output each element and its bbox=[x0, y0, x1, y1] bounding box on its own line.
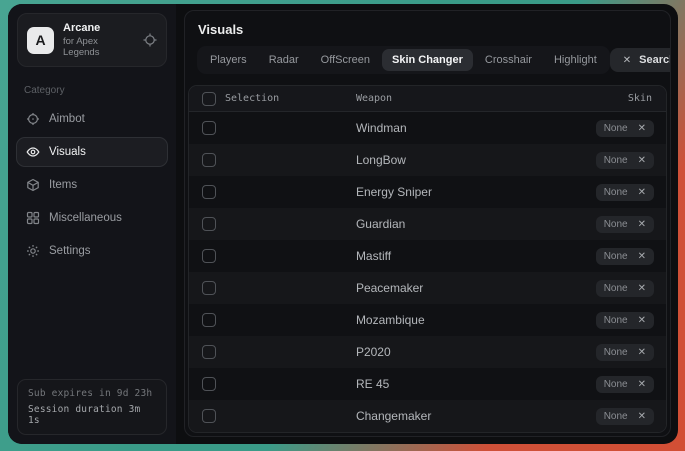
eye-icon bbox=[26, 145, 40, 159]
tab[interactable]: Radar bbox=[259, 49, 309, 71]
select-all-checkbox[interactable] bbox=[202, 92, 216, 106]
tab[interactable]: OffScreen bbox=[311, 49, 380, 71]
skin-badge[interactable]: None ✕ bbox=[596, 280, 654, 297]
table-row: Mastiff None ✕ bbox=[189, 240, 666, 272]
app-logo: A bbox=[27, 27, 54, 54]
table-row: P2020 None ✕ bbox=[189, 336, 666, 368]
table-row: RE 45 None ✕ bbox=[189, 368, 666, 400]
table-row: Mozambique None ✕ bbox=[189, 304, 666, 336]
main-area: Visuals Players Radar OffScreen bbox=[176, 4, 678, 444]
table-row: Energy Sniper None ✕ bbox=[189, 176, 666, 208]
skin-badge[interactable]: None ✕ bbox=[596, 344, 654, 361]
close-icon[interactable]: ✕ bbox=[638, 315, 646, 326]
gear-icon bbox=[26, 244, 40, 258]
close-icon[interactable]: ✕ bbox=[638, 379, 646, 390]
table-header: Selection Weapon Skin bbox=[189, 86, 666, 112]
row-checkbox[interactable] bbox=[202, 185, 216, 199]
sidebar-nav-item[interactable]: Visuals bbox=[16, 137, 168, 167]
sidebar-nav-item[interactable]: Settings bbox=[16, 236, 168, 266]
tab[interactable]: Crosshair bbox=[475, 49, 542, 71]
row-checkbox[interactable] bbox=[202, 249, 216, 263]
tabs-row: Players Radar OffScreen Skin Changer bbox=[197, 46, 658, 74]
row-checkbox[interactable] bbox=[202, 121, 216, 135]
skin-badge[interactable]: None ✕ bbox=[596, 312, 654, 329]
skin-badge[interactable]: None ✕ bbox=[596, 120, 654, 137]
search-button[interactable]: ✕ Search bbox=[610, 48, 671, 72]
table-body: Windman None ✕ LongBow None bbox=[189, 112, 666, 432]
skin-column-header: Skin bbox=[628, 93, 666, 104]
search-button-label: Search bbox=[639, 54, 671, 66]
target-icon bbox=[26, 112, 40, 126]
close-icon[interactable]: ✕ bbox=[638, 187, 646, 198]
skin-badge[interactable]: None ✕ bbox=[596, 216, 654, 233]
row-checkbox[interactable] bbox=[202, 313, 216, 327]
skin-changer-table: Selection Weapon Skin Windman None ✕ bbox=[188, 85, 667, 433]
cube-icon bbox=[26, 178, 40, 192]
search-icon: ✕ bbox=[623, 55, 631, 66]
tab-strip: Players Radar OffScreen Skin Changer bbox=[197, 46, 610, 74]
skin-badge[interactable]: None ✕ bbox=[596, 248, 654, 265]
grid-icon bbox=[26, 211, 40, 225]
close-icon[interactable]: ✕ bbox=[638, 155, 646, 166]
table-row: Windman None ✕ bbox=[189, 112, 666, 144]
row-checkbox[interactable] bbox=[202, 217, 216, 231]
skin-badge[interactable]: None ✕ bbox=[596, 184, 654, 201]
app-header-card: A Arcane for Apex Legends bbox=[17, 13, 167, 67]
table-row: Peacemaker None ✕ bbox=[189, 272, 666, 304]
crosshair-icon[interactable] bbox=[143, 33, 157, 47]
skin-badge[interactable]: None ✕ bbox=[596, 376, 654, 393]
tab[interactable]: Skin Changer bbox=[382, 49, 473, 71]
row-checkbox[interactable] bbox=[202, 281, 216, 295]
app-window: A Arcane for Apex Legends Category Aimbo… bbox=[8, 4, 678, 444]
close-icon[interactable]: ✕ bbox=[638, 347, 646, 358]
close-icon[interactable]: ✕ bbox=[638, 411, 646, 422]
visuals-panel: Visuals Players Radar OffScreen bbox=[184, 10, 671, 437]
table-row: Changemaker None ✕ bbox=[189, 400, 666, 432]
session-duration-text: Session duration 3m 1s bbox=[28, 404, 156, 426]
category-label: Category bbox=[24, 85, 160, 96]
close-icon[interactable]: ✕ bbox=[638, 251, 646, 262]
page-title: Visuals bbox=[185, 11, 670, 46]
sidebar-nav-item[interactable]: Items bbox=[16, 170, 168, 200]
app-name: Arcane bbox=[63, 22, 134, 34]
selection-column-header: Selection bbox=[225, 93, 279, 104]
row-checkbox[interactable] bbox=[202, 345, 216, 359]
app-subtitle: for Apex Legends bbox=[63, 36, 134, 58]
tab[interactable]: Players bbox=[200, 49, 257, 71]
sidebar-nav-item[interactable]: Aimbot bbox=[16, 104, 168, 134]
tab[interactable]: Highlight bbox=[544, 49, 607, 71]
close-icon[interactable]: ✕ bbox=[638, 219, 646, 230]
close-icon[interactable]: ✕ bbox=[638, 283, 646, 294]
row-checkbox[interactable] bbox=[202, 377, 216, 391]
sub-expiry-text: Sub expires in 9d 23h bbox=[28, 388, 156, 399]
selection-header-cell: Selection bbox=[189, 92, 279, 106]
table-row: Guardian None ✕ bbox=[189, 208, 666, 240]
sidebar-nav-item[interactable]: Miscellaneous bbox=[16, 203, 168, 233]
row-checkbox[interactable] bbox=[202, 409, 216, 423]
sidebar: A Arcane for Apex Legends Category Aimbo… bbox=[8, 4, 176, 444]
skin-badge[interactable]: None ✕ bbox=[596, 152, 654, 169]
subscription-info-box: Sub expires in 9d 23h Session duration 3… bbox=[17, 379, 167, 435]
table-row: LongBow None ✕ bbox=[189, 144, 666, 176]
close-icon[interactable]: ✕ bbox=[638, 123, 646, 134]
skin-badge[interactable]: None ✕ bbox=[596, 408, 654, 425]
weapon-column-header: Weapon bbox=[356, 93, 392, 104]
app-meta: Arcane for Apex Legends bbox=[63, 22, 134, 58]
row-checkbox[interactable] bbox=[202, 153, 216, 167]
sidebar-nav: Aimbot Visuals Items Miscellaneous bbox=[8, 104, 176, 266]
